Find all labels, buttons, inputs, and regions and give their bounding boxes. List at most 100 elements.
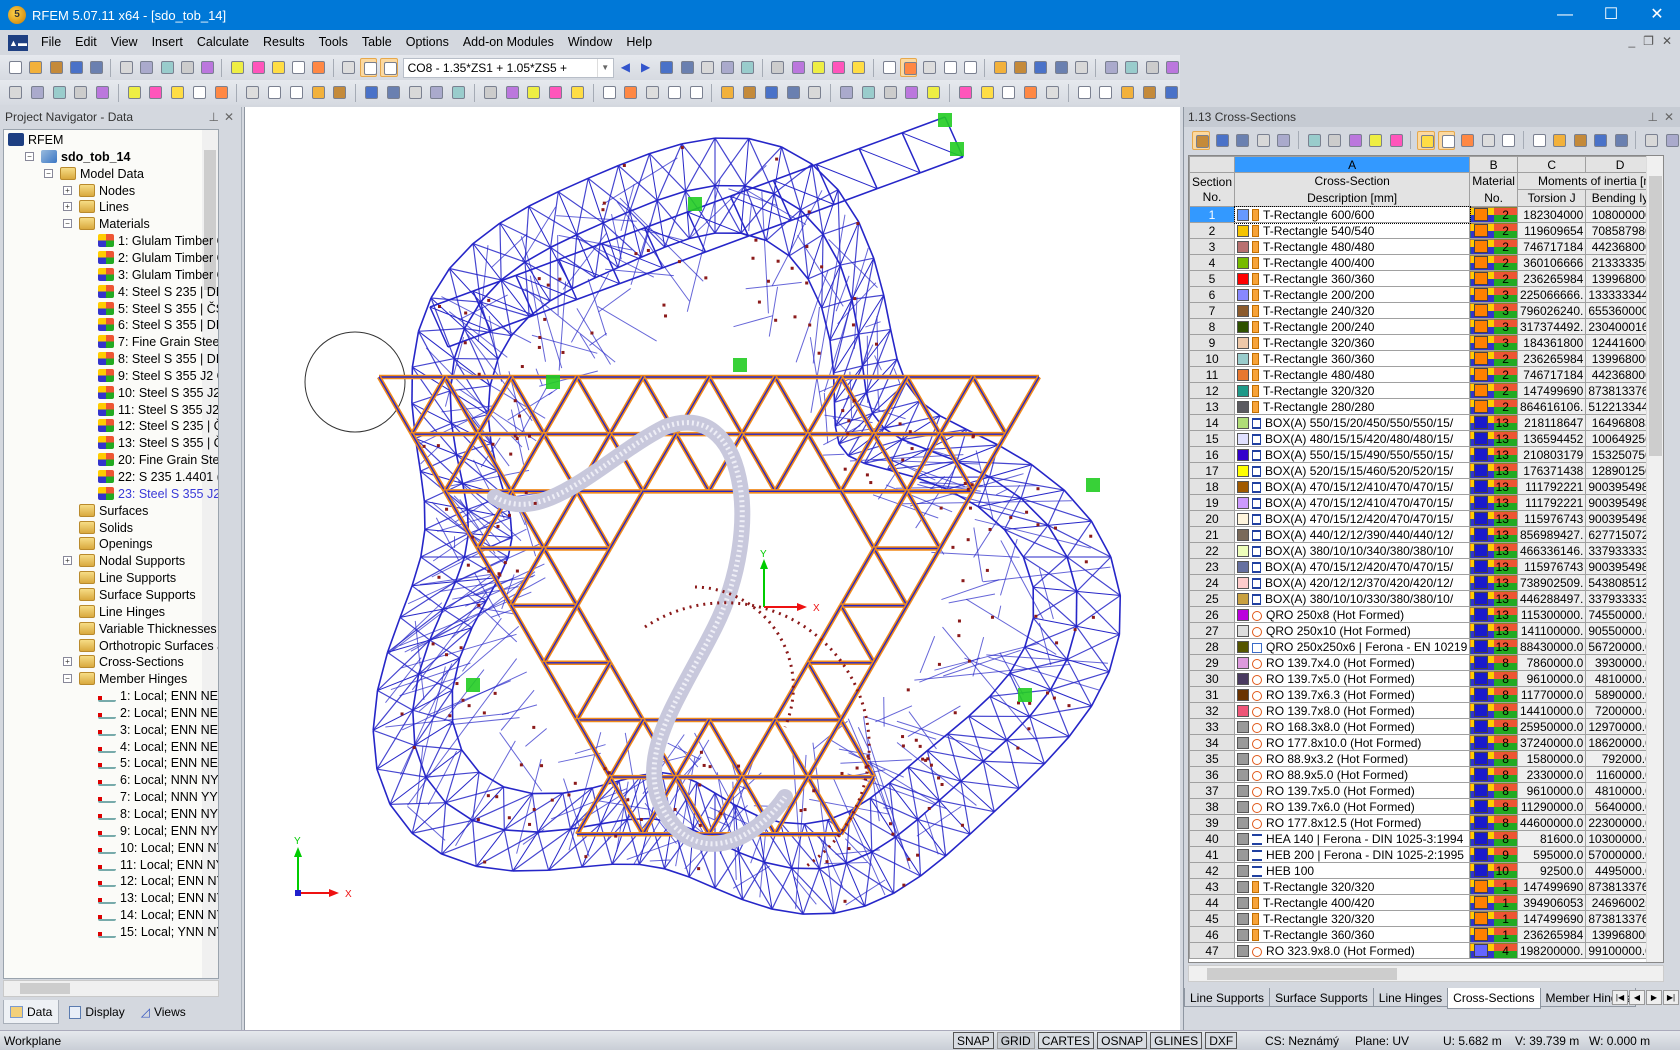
bending-iy-cell[interactable]: 900395498.	[1585, 510, 1655, 527]
toolbar-button-icon[interactable]	[198, 58, 215, 77]
cross-section-description-cell[interactable]: RO 139.7x4.0 (Hot Formed)	[1234, 654, 1471, 671]
table-horizontal-scrollbar[interactable]	[1188, 965, 1664, 982]
row-number[interactable]: 13	[1189, 398, 1236, 415]
material-no-cell[interactable]: 9	[1469, 846, 1518, 863]
cross-section-description-cell[interactable]: RO 177.8x10.0 (Hot Formed)	[1234, 734, 1471, 751]
toolbar-button-icon[interactable]	[1011, 58, 1028, 77]
tree-item[interactable]: Surface Supports	[79, 586, 196, 604]
bending-iy-cell[interactable]: 4810000.0	[1585, 782, 1655, 799]
cross-section-description-cell[interactable]: BOX(A) 480/15/15/420/480/480/15/	[1234, 430, 1471, 447]
cross-section-description-cell[interactable]: T-Rectangle 240/320	[1234, 302, 1471, 319]
toolbar-button-icon[interactable]	[1458, 131, 1476, 150]
torsion-j-cell[interactable]: 88430000.0	[1516, 638, 1587, 655]
cross-section-description-cell[interactable]: RO 168.3x8.0 (Hot Formed)	[1234, 718, 1471, 735]
toolbar-button-icon[interactable]	[1140, 83, 1159, 102]
toolbar-button-icon[interactable]	[137, 58, 154, 77]
next-tab-button[interactable]: ▶	[1646, 990, 1662, 1005]
navigator-close-icon[interactable]: ✕	[224, 107, 234, 127]
material-no-cell[interactable]: 13	[1469, 430, 1518, 447]
toolbar-button-icon[interactable]	[768, 58, 785, 77]
torsion-j-cell[interactable]: 746717184	[1516, 366, 1587, 383]
mdi-close-button[interactable]: ✕	[1662, 34, 1672, 48]
material-no-cell[interactable]: 8	[1469, 718, 1518, 735]
bending-iy-cell[interactable]: 128901250	[1585, 462, 1655, 479]
toolbar-button-icon[interactable]	[117, 58, 134, 77]
mdi-minimize-button[interactable]: _	[1628, 34, 1635, 48]
toolbar-button-icon[interactable]	[1305, 131, 1323, 150]
tree-item[interactable]: Materials	[79, 215, 150, 233]
cross-section-description-cell[interactable]: RO 323.9x8.0 (Hot Formed)	[1234, 942, 1471, 959]
tree-item[interactable]: 13: Local; ENN NYY	[98, 889, 218, 907]
tree-item[interactable]: Openings	[79, 535, 153, 553]
toolbar-button-icon[interactable]	[1663, 131, 1680, 150]
bending-iy-cell[interactable]: 512213344.	[1585, 398, 1655, 415]
torsion-j-cell[interactable]: 111792221	[1516, 478, 1587, 495]
toolbar-button-icon[interactable]	[1550, 131, 1568, 150]
row-number[interactable]: 46	[1189, 926, 1236, 943]
tree-item[interactable]: 8: Local; ENN NYY	[98, 805, 218, 823]
col-letter-c[interactable]: C	[1516, 156, 1587, 173]
tree-item[interactable]: 1: Local; ENN NEE	[98, 687, 218, 705]
toolbar-button-icon[interactable]	[881, 83, 900, 102]
table-row[interactable]: 44 T-Rectangle 400/420 1 394906053 246960025…	[1189, 894, 1663, 911]
bending-iy-cell[interactable]: 90550000.0	[1585, 622, 1655, 639]
bending-iy-cell[interactable]: 99100000.0	[1585, 942, 1655, 959]
toolbar-button-icon[interactable]	[28, 83, 47, 102]
row-number[interactable]: 18	[1189, 478, 1236, 495]
status-toggle-grid[interactable]: GRID	[996, 1032, 1035, 1049]
table-row[interactable]: 36 RO 88.9x5.0 (Hot Formed) 8 2330000.0 1160…	[1189, 766, 1663, 783]
first-tab-button[interactable]: |◀	[1612, 990, 1628, 1005]
row-number[interactable]: 19	[1189, 494, 1236, 511]
col-letter-a[interactable]: A	[1234, 156, 1471, 173]
bending-iy-cell[interactable]: 56720000.0	[1585, 638, 1655, 655]
toolbar-button-icon[interactable]	[568, 83, 587, 102]
toolbar-button-icon[interactable]	[1072, 58, 1089, 77]
bending-iy-cell[interactable]: 164968083	[1585, 414, 1655, 431]
toolbar-button-icon[interactable]	[738, 58, 755, 77]
tree-item[interactable]: Lines	[79, 198, 129, 216]
torsion-j-cell[interactable]: 595000.0	[1516, 846, 1587, 863]
table-row[interactable]: 43 T-Rectangle 320/320 1 147499690 873813376…	[1189, 878, 1663, 895]
table-row[interactable]: 40 HEA 140 | Ferona - DIN 1025-3:1994 8 816…	[1189, 830, 1663, 847]
toolbar-button-icon[interactable]	[809, 58, 826, 77]
material-no-cell[interactable]: 13	[1469, 558, 1518, 575]
tree-item[interactable]: sdo_tob_14	[41, 148, 130, 166]
collapse-icon[interactable]: −	[63, 219, 72, 229]
menu-help[interactable]: Help	[619, 30, 659, 55]
table-row[interactable]: 30 RO 139.7x5.0 (Hot Formed) 8 9610000.0 481…	[1189, 670, 1663, 687]
toolbar-button-icon[interactable]	[956, 83, 975, 102]
table-row[interactable]: 4T-Rectangle 400/40023601066662133333502…	[1189, 254, 1663, 271]
toolbar-button-icon[interactable]	[330, 83, 349, 102]
row-number[interactable]: 32	[1189, 702, 1236, 719]
material-no-cell[interactable]: 13	[1469, 478, 1518, 495]
cross-section-description-cell[interactable]: T-Rectangle 540/540	[1234, 222, 1471, 239]
bending-iy-cell[interactable]: 442368000	[1585, 366, 1655, 383]
tree-item[interactable]: Line Hinges	[79, 603, 165, 621]
tree-item[interactable]: Line Supports	[79, 569, 176, 587]
material-no-cell[interactable]: 2	[1469, 254, 1518, 271]
torsion-j-cell[interactable]: 746717184	[1516, 238, 1587, 255]
toolbar-button-icon[interactable]	[265, 83, 284, 102]
table-row[interactable]: 26 QRO 250x8 (Hot Formed) 13 115300000. 7455…	[1189, 606, 1663, 623]
tree-item[interactable]: 2: Glulam Timber GL2	[98, 249, 218, 267]
cross-section-description-cell[interactable]: T-Rectangle 400/400	[1234, 254, 1471, 271]
toolbar-button-icon[interactable]	[1591, 131, 1609, 150]
toolbar-button-icon[interactable]	[643, 83, 662, 102]
load-combination-select[interactable]: CO8 - 1.35*ZS1 + 1.05*ZS5 + 1.05*ZS6▼	[402, 57, 614, 93]
bending-iy-cell[interactable]: 1160000.0	[1585, 766, 1655, 783]
torsion-j-cell[interactable]: 182304000	[1516, 206, 1587, 223]
toolbar-button-icon[interactable]	[1571, 131, 1589, 150]
torsion-j-cell[interactable]: 115976743	[1516, 558, 1587, 575]
previous-load-icon[interactable]: ◀	[617, 58, 634, 77]
toolbar-button-icon[interactable]	[359, 58, 378, 77]
table-vertical-scrollbar[interactable]	[1646, 156, 1663, 962]
cross-section-description-cell[interactable]: T-Rectangle 280/280	[1234, 398, 1471, 415]
bending-iy-cell[interactable]: 18620000.0	[1585, 734, 1655, 751]
row-number[interactable]: 7	[1189, 302, 1236, 319]
material-no-cell[interactable]: 8	[1469, 782, 1518, 799]
torsion-j-cell[interactable]: 92500.0	[1516, 862, 1587, 879]
col-letter-d[interactable]: D	[1585, 156, 1655, 173]
cross-section-description-cell[interactable]: BOX(A) 470/15/12/420/470/470/15/	[1234, 558, 1471, 575]
material-no-cell[interactable]: 2	[1469, 398, 1518, 415]
tree-item[interactable]: 5: Steel S 355 | ČSN EN	[98, 300, 218, 318]
